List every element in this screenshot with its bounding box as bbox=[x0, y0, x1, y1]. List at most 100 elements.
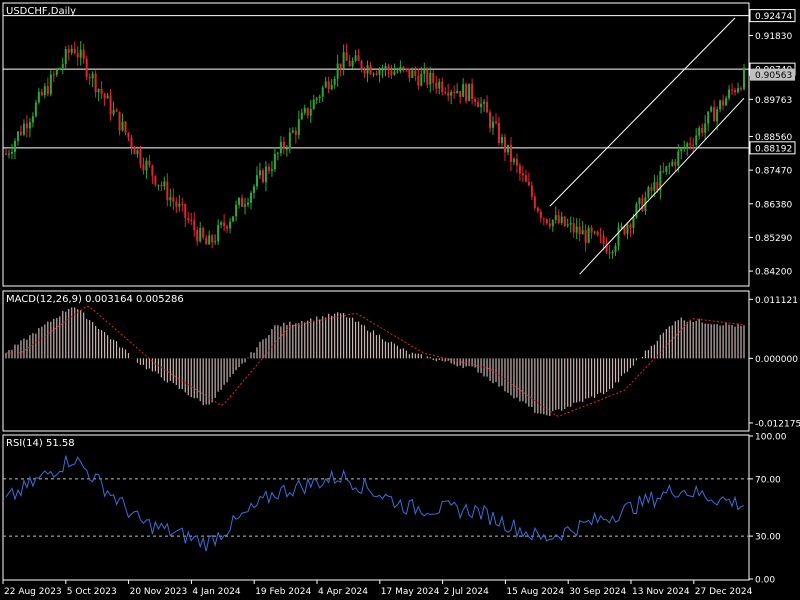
candle-body bbox=[542, 218, 545, 220]
candle-body bbox=[533, 196, 536, 208]
candle-body bbox=[456, 91, 459, 93]
candle-body bbox=[217, 224, 220, 242]
level-price-label: 0.88192 bbox=[755, 144, 792, 154]
candle-body bbox=[94, 73, 97, 93]
candle-body bbox=[536, 207, 539, 212]
candle-body bbox=[713, 107, 716, 122]
candle-body bbox=[683, 147, 686, 149]
candle-body bbox=[339, 63, 342, 69]
candle-body bbox=[133, 147, 136, 155]
candle-body bbox=[121, 121, 124, 131]
price-tick-label: 0.87470 bbox=[755, 167, 792, 177]
candle-body bbox=[28, 122, 31, 129]
candle-body bbox=[67, 49, 70, 53]
candle-body bbox=[647, 187, 650, 198]
candle-body bbox=[10, 151, 13, 154]
candle-body bbox=[336, 63, 339, 79]
candle-body bbox=[515, 159, 518, 166]
price-tick-label: 0.91830 bbox=[755, 32, 792, 42]
candle-body bbox=[387, 66, 390, 71]
candle-body bbox=[459, 91, 462, 97]
candle-body bbox=[468, 83, 471, 101]
candle-body bbox=[483, 101, 486, 104]
candle-body bbox=[354, 55, 357, 61]
candle-body bbox=[115, 109, 118, 112]
time-tick-label: 27 Dec 2024 bbox=[695, 587, 753, 597]
time-tick-label: 19 Feb 2024 bbox=[255, 587, 311, 597]
candle-body bbox=[674, 161, 677, 166]
price-tick-label: 0.84200 bbox=[755, 268, 792, 278]
candle-body bbox=[611, 251, 614, 254]
candle-body bbox=[480, 103, 483, 108]
candle-body bbox=[258, 170, 261, 176]
candle-body bbox=[232, 216, 235, 222]
candle-body bbox=[399, 66, 402, 72]
candle-body bbox=[226, 226, 229, 229]
candle-body bbox=[593, 231, 596, 233]
candle-body bbox=[130, 137, 133, 148]
candle-body bbox=[599, 235, 602, 237]
time-tick-label: 30 Sep 2024 bbox=[569, 587, 626, 597]
candle-body bbox=[432, 72, 435, 84]
candle-body bbox=[420, 73, 423, 86]
candle-body bbox=[282, 141, 285, 149]
candle-body bbox=[19, 131, 22, 135]
candle-body bbox=[366, 65, 369, 74]
candle-body bbox=[154, 175, 157, 185]
candle-body bbox=[393, 71, 396, 75]
candle-body bbox=[250, 192, 253, 203]
candle-body bbox=[569, 223, 572, 225]
candle-body bbox=[241, 198, 244, 207]
candle-body bbox=[698, 127, 701, 136]
candle-body bbox=[294, 130, 297, 135]
candle-body bbox=[211, 235, 214, 243]
candle-body bbox=[620, 225, 623, 228]
candle-body bbox=[184, 203, 187, 219]
candle-body bbox=[238, 198, 241, 205]
candle-body bbox=[680, 148, 683, 152]
candle-body bbox=[704, 123, 707, 133]
time-tick-label: 15 Aug 2024 bbox=[506, 587, 564, 597]
candle-body bbox=[632, 217, 635, 229]
candle-body bbox=[500, 136, 503, 144]
candle-body bbox=[82, 49, 85, 59]
candle-body bbox=[471, 83, 474, 100]
candle-body bbox=[743, 68, 745, 89]
candle-body bbox=[584, 230, 587, 243]
candle-body bbox=[450, 91, 453, 96]
candle-body bbox=[509, 144, 512, 162]
candle-body bbox=[187, 218, 190, 221]
candle-body bbox=[49, 74, 52, 95]
candle-body bbox=[441, 81, 444, 92]
candle-body bbox=[719, 100, 722, 110]
candle-body bbox=[396, 71, 399, 73]
time-tick-label: 4 Apr 2024 bbox=[318, 587, 368, 597]
candle-body bbox=[707, 111, 710, 124]
candle-body bbox=[489, 112, 492, 128]
candle-body bbox=[668, 165, 671, 167]
candle-body bbox=[76, 53, 79, 58]
candle-body bbox=[665, 166, 668, 172]
price-tick-label: 0.89763 bbox=[755, 96, 792, 106]
candle-body bbox=[408, 68, 411, 78]
candle-body bbox=[692, 144, 695, 146]
candle-body bbox=[426, 69, 429, 85]
candle-body bbox=[638, 198, 641, 204]
candle-body bbox=[411, 70, 414, 78]
candle-body bbox=[608, 252, 611, 254]
candle-body bbox=[220, 222, 223, 225]
candle-body bbox=[175, 201, 178, 207]
candle-body bbox=[492, 121, 495, 128]
candle-body bbox=[169, 197, 172, 201]
candle-body bbox=[560, 216, 563, 223]
candle-body bbox=[252, 186, 255, 193]
candle-body bbox=[566, 224, 569, 226]
candle-body bbox=[196, 230, 199, 242]
current-price-label: 0.90563 bbox=[755, 71, 792, 81]
candle-body bbox=[37, 91, 40, 103]
candle-body bbox=[695, 135, 698, 145]
candle-body bbox=[617, 227, 620, 246]
candle-body bbox=[318, 96, 321, 99]
candle-body bbox=[148, 160, 151, 166]
candle-body bbox=[40, 91, 43, 96]
